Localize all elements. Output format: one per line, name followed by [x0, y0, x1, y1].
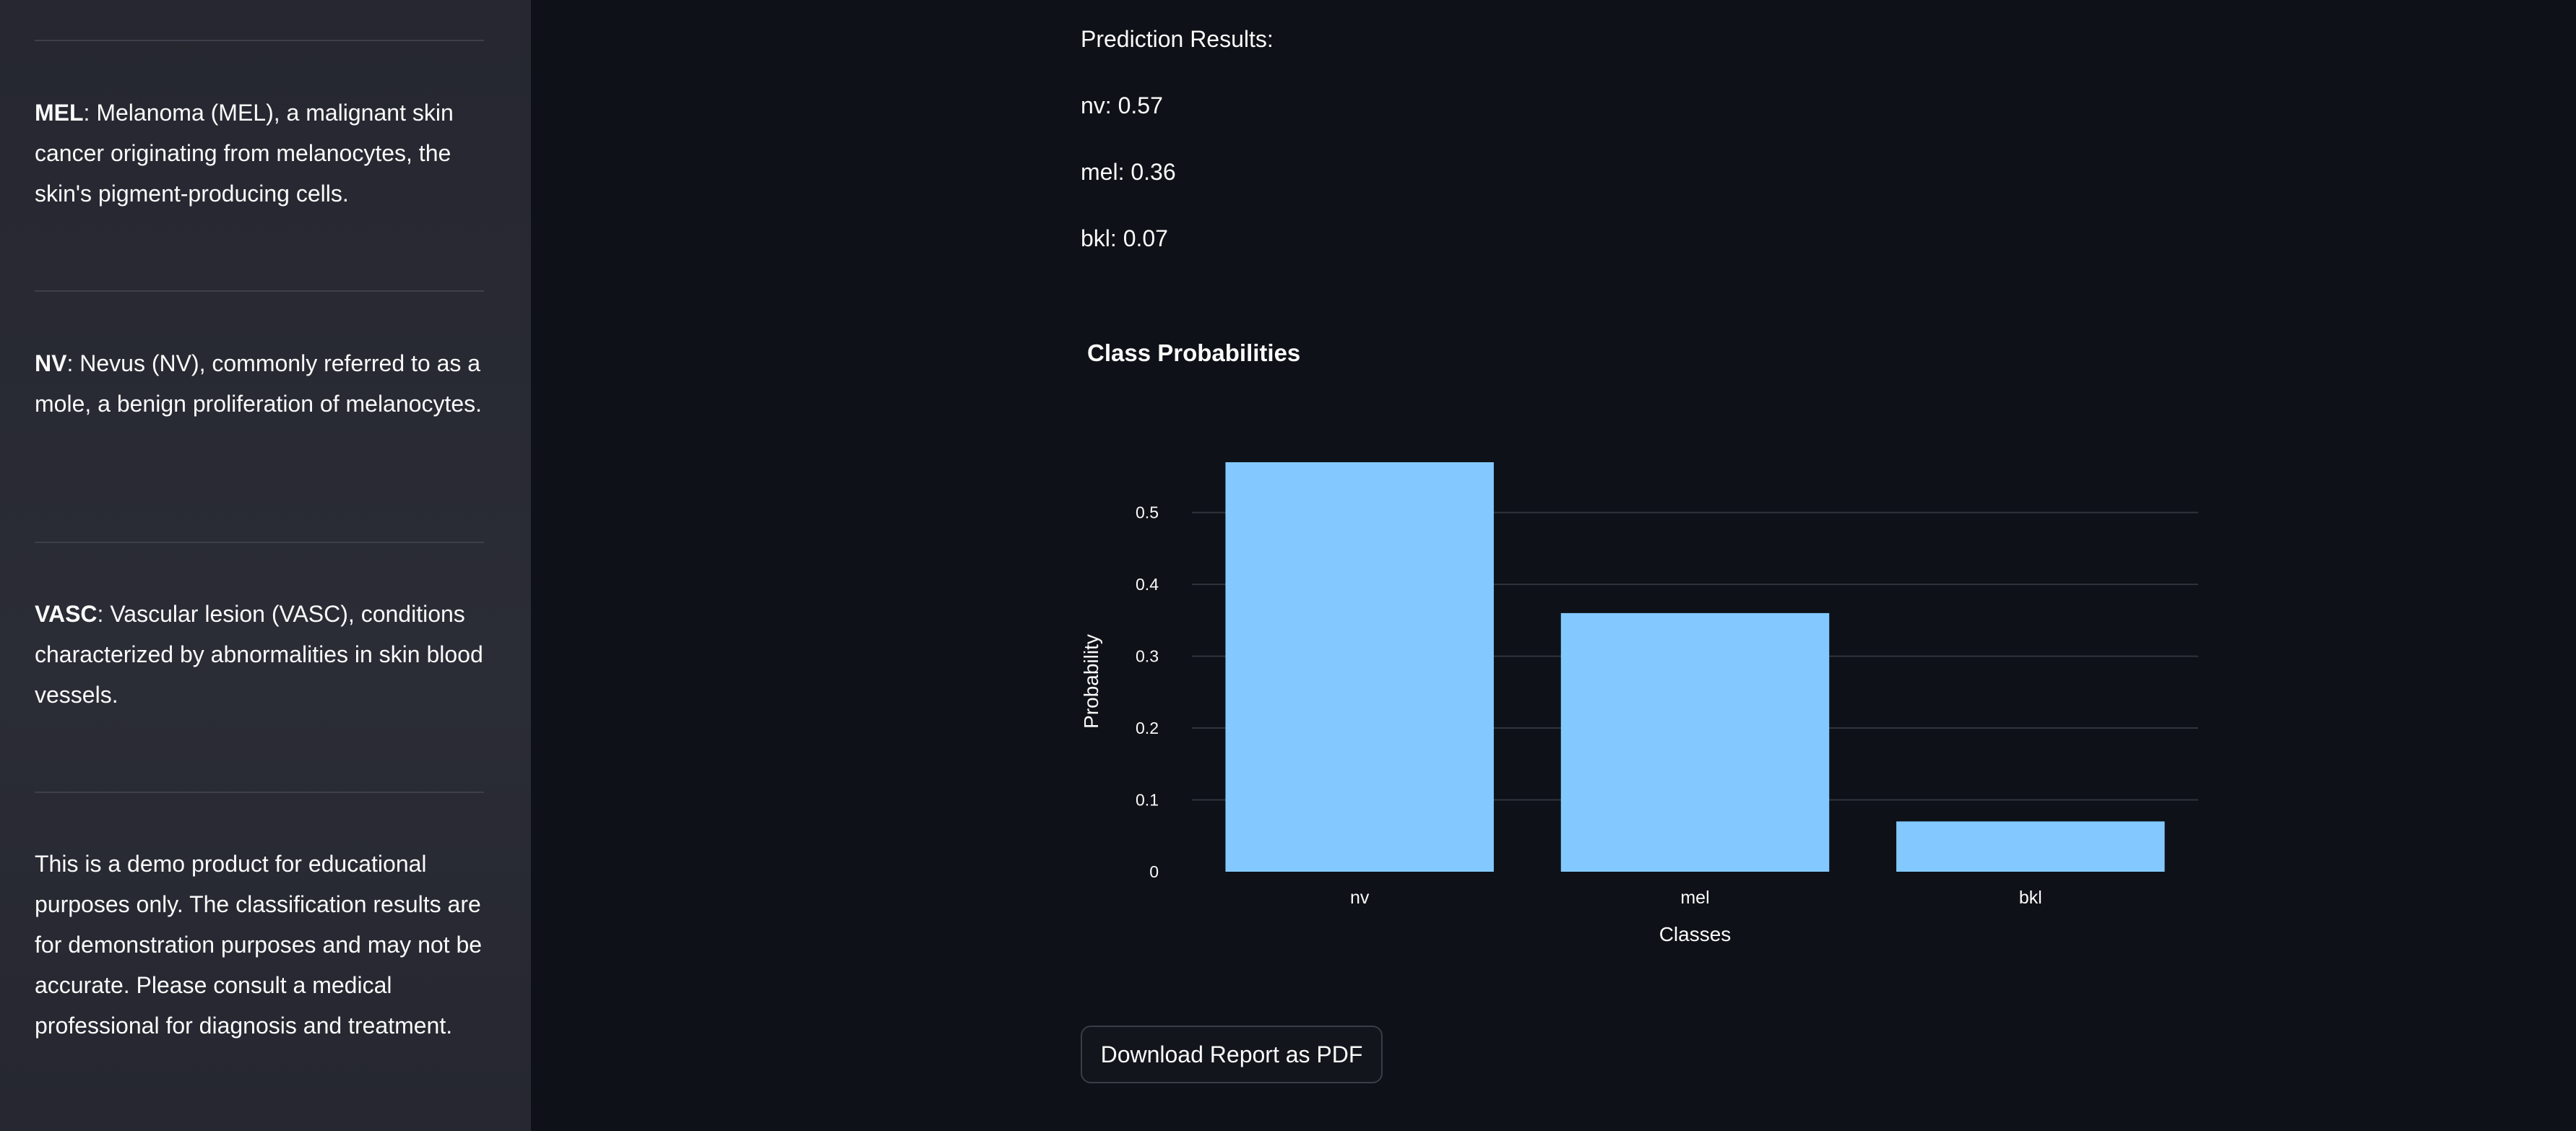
sidebar-item-text: : Vascular lesion (VASC), conditions cha…	[35, 601, 483, 708]
sidebar-item-vasc: VASC: Vascular lesion (VASC), conditions…	[35, 594, 490, 715]
result-mel: mel: 0.36	[1081, 159, 1176, 185]
sidebar-item-term: VASC	[35, 601, 98, 627]
class-probabilities-chart: 0 0.1 0.2 0.3 0.4 0.5 nv mel bkl Classes Probabili…	[1080, 462, 2198, 945]
y-tick-label: 0.3	[1136, 647, 1159, 666]
sidebar-item-text: : Melanoma (MEL), a malignant skin cance…	[35, 100, 454, 207]
x-tick-label: mel	[1680, 888, 1709, 908]
bar-mel	[1560, 612, 1830, 872]
x-axis-title: Classes	[1659, 923, 1732, 945]
bar-bkl	[1896, 821, 2165, 872]
sidebar-item-term: MEL	[35, 100, 84, 126]
sidebar-divider	[35, 290, 484, 292]
results-heading: Prediction Results:	[1081, 26, 1274, 52]
y-tick-label: 0.1	[1136, 791, 1159, 810]
download-report-button[interactable]: Download Report as PDF	[1081, 1026, 1383, 1083]
sidebar-item-nv: NV: Nevus (NV), commonly referred to as …	[35, 343, 490, 424]
y-tick-label: 0.4	[1136, 575, 1159, 594]
sidebar-divider	[35, 792, 484, 793]
y-tick-label: 0.2	[1136, 719, 1159, 737]
sidebar-item-text: : Nevus (NV), commonly referred to as a …	[35, 350, 483, 417]
x-tick-label: nv	[1350, 888, 1370, 908]
sidebar-item-term: NV	[35, 350, 67, 376]
chart-title: Class Probabilities	[1087, 339, 1301, 366]
x-tick-label: bkl	[2019, 888, 2042, 908]
y-tick-label: 0	[1149, 862, 1159, 881]
bar-nv	[1225, 462, 1494, 872]
sidebar-item-mel: MEL: Melanoma (MEL), a malignant skin ca…	[35, 92, 490, 214]
sidebar-divider	[35, 542, 484, 543]
result-nv: nv: 0.57	[1081, 92, 1163, 118]
y-axis-title: Probability	[1080, 634, 1102, 729]
disclaimer-text: This is a demo product for educational p…	[35, 851, 483, 1039]
sidebar: MEL: Melanoma (MEL), a malignant skin ca…	[0, 0, 531, 1131]
result-bkl: bkl: 0.07	[1081, 225, 1168, 251]
sidebar-divider	[35, 40, 484, 41]
y-tick-label: 0.5	[1136, 503, 1159, 522]
